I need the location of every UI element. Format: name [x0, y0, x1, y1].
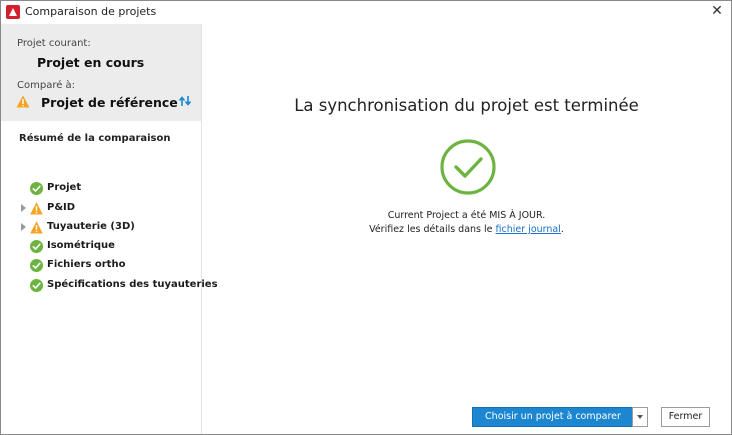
log-file-link[interactable]: fichier journal — [496, 224, 561, 235]
current-project-value: Projet en cours — [37, 55, 145, 70]
choose-project-dropdown[interactable] — [632, 407, 648, 427]
check-icon — [30, 240, 43, 253]
tree-item-label: Fichiers ortho — [47, 259, 126, 270]
tree-item[interactable]: Fichiers ortho — [1, 258, 201, 274]
sidebar: Projet courant: Projet en cours Comparé … — [1, 24, 218, 434]
close-window-button[interactable]: ✕ — [709, 2, 725, 20]
check-icon — [30, 279, 43, 292]
status-message: Current Project a été MIS À JOUR. — [387, 210, 546, 221]
summary-title: Résumé de la comparaison — [19, 133, 171, 144]
compared-project-value: Projet de référence — [41, 95, 178, 110]
tree-item-label: Tuyauterie (3D) — [47, 221, 135, 232]
tree-item[interactable]: Isométrique — [1, 239, 201, 255]
close-button[interactable]: Fermer — [661, 407, 710, 427]
dialog-window: Comparaison de projets ✕ Projet courant:… — [0, 0, 732, 435]
log-message-suffix: . — [560, 224, 564, 235]
current-project-label: Projet courant: — [17, 38, 91, 49]
sync-complete-title: La synchronisation du projet est terminé… — [294, 96, 639, 115]
tree-item-label: Spécifications des tuyauteries — [47, 279, 218, 290]
check-icon — [30, 259, 43, 272]
choose-project-button[interactable]: Choisir un projet à comparer — [472, 407, 634, 427]
warning-icon — [16, 95, 30, 108]
log-message: Vérifiez les détails dans le fichier jou… — [202, 224, 731, 235]
tree-item[interactable]: Tuyauterie (3D) — [1, 220, 201, 236]
app-logo-icon — [6, 5, 20, 19]
warning-icon — [30, 202, 43, 215]
swap-projects-icon[interactable] — [178, 95, 192, 107]
compared-project-label: Comparé à: — [17, 80, 76, 91]
success-check-icon — [440, 139, 496, 195]
tree-item-label: P&ID — [47, 202, 76, 213]
project-info-panel: Projet courant: Projet en cours Comparé … — [1, 24, 201, 121]
expand-arrow-icon[interactable] — [21, 223, 26, 231]
tree-item[interactable]: Spécifications des tuyauteries — [1, 278, 218, 294]
tree-item[interactable]: Projet — [1, 181, 201, 197]
expand-arrow-icon[interactable] — [21, 204, 26, 212]
tree-item[interactable]: P&ID — [1, 201, 201, 217]
tree-item-label: Projet — [47, 182, 82, 193]
log-message-prefix: Vérifiez les détails dans le — [369, 224, 496, 235]
check-icon — [30, 182, 43, 195]
window-title: Comparaison de projets — [25, 5, 157, 18]
warning-icon — [30, 221, 43, 234]
title-bar: Comparaison de projets ✕ — [1, 1, 731, 23]
tree-item-label: Isométrique — [47, 240, 115, 251]
